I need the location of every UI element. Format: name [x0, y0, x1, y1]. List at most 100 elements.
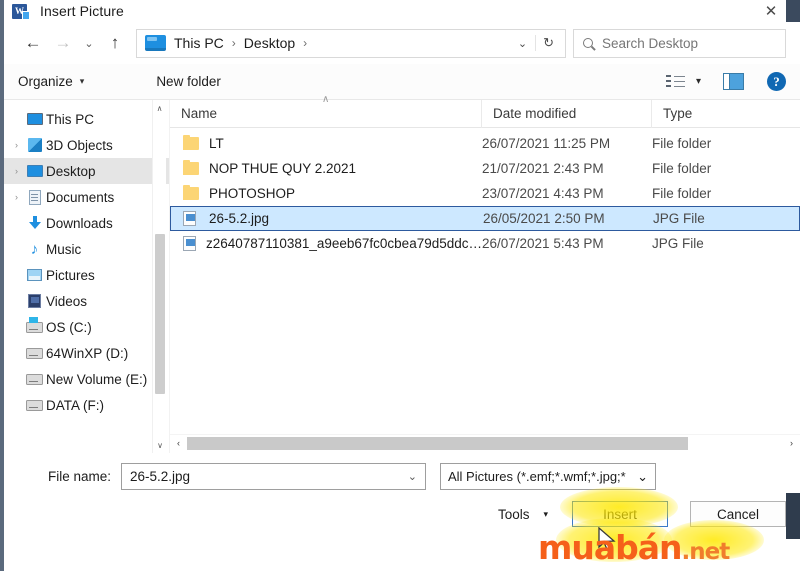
- file-type-filter-value[interactable]: All Pictures (*.emf;*.wmf;*.jpg;*: [448, 469, 637, 484]
- hscroll-track[interactable]: [187, 436, 783, 450]
- cell-date-modified: 26/05/2021 2:50 PM: [483, 211, 605, 226]
- view-dropdown-icon[interactable]: ▾: [696, 76, 701, 87]
- 3d-objects-icon: [23, 138, 46, 152]
- new-folder-button[interactable]: New folder: [156, 74, 221, 89]
- sidebar-item-data-f[interactable]: DATA (F:): [4, 392, 169, 418]
- folder-icon: [183, 184, 209, 200]
- dialog-footer: File name: 26-5.2.jpg ⌄ All Pictures (*.…: [4, 453, 800, 539]
- computer-icon: [23, 113, 46, 125]
- column-header-type[interactable]: Type: [652, 100, 764, 128]
- search-input[interactable]: Search Desktop: [602, 36, 698, 51]
- filename-label: File name:: [47, 469, 111, 484]
- sidebar-item-label: Desktop: [46, 163, 96, 179]
- column-headers: ∧ Name Date modified Type: [170, 94, 800, 128]
- address-bar[interactable]: This PC › Desktop › ⌄ ↻: [136, 28, 566, 58]
- close-icon[interactable]: ✕: [756, 1, 786, 21]
- search-icon: [580, 35, 596, 51]
- cell-name: LT: [170, 134, 482, 151]
- sidebar-item-videos[interactable]: Videos: [4, 288, 169, 314]
- table-row[interactable]: LT 26/07/2021 11:25 PM File folder: [170, 131, 800, 156]
- cell-type: JPG File: [652, 236, 704, 251]
- documents-icon: [23, 189, 46, 205]
- cell-type: File folder: [652, 136, 712, 151]
- filename-value[interactable]: 26-5.2.jpg: [130, 469, 408, 484]
- sidebar-item-new-volume-e[interactable]: New Volume (E:): [4, 366, 169, 392]
- table-row[interactable]: z2640787110381_a9eeb67fc0cbea79d5ddc… 26/…: [170, 231, 800, 256]
- file-type-filter-select[interactable]: All Pictures (*.emf;*.wmf;*.jpg;* ⌄: [440, 463, 656, 490]
- table-row[interactable]: NOP THUE QUY 2.2021 21/07/2021 2:43 PM Fil…: [170, 156, 800, 181]
- sidebar-item-label: DATA (F:): [46, 397, 104, 413]
- expand-chevron-icon[interactable]: ›: [10, 166, 23, 176]
- chevron-down-icon[interactable]: ⌄: [408, 470, 417, 483]
- chevron-down-icon[interactable]: ⌄: [637, 469, 648, 485]
- forward-button[interactable]: →: [48, 28, 78, 58]
- recent-locations-button[interactable]: ⌄: [78, 28, 100, 58]
- music-icon: ♪: [30, 240, 39, 258]
- view-list-icon[interactable]: [665, 74, 685, 89]
- cancel-button[interactable]: Cancel: [690, 501, 786, 527]
- back-button[interactable]: ←: [18, 28, 48, 58]
- cell-date-modified: 26/07/2021 5:43 PM: [482, 236, 604, 251]
- file-name-text: LT: [209, 136, 224, 151]
- expand-chevron-icon[interactable]: ›: [10, 192, 23, 202]
- sidebar-item-label: Downloads: [46, 215, 113, 231]
- view-controls: ▾ ?: [665, 72, 786, 91]
- address-dropdown-icon[interactable]: ⌄: [510, 37, 535, 50]
- file-name-text: z2640787110381_a9eeb67fc0cbea79d5ddc…: [206, 236, 482, 251]
- sidebar-item-64winxp-d[interactable]: 64WinXP (D:): [4, 340, 169, 366]
- sidebar-item-os-c[interactable]: OS (C:): [4, 314, 169, 340]
- navigation-pane: This PC › 3D Objects › Desktop › Documents Down…: [4, 100, 169, 453]
- search-box[interactable]: Search Desktop: [573, 28, 786, 58]
- cell-date-modified: 23/07/2021 4:43 PM: [482, 186, 604, 201]
- column-header-date-modified[interactable]: Date modified: [482, 99, 652, 128]
- sidebar-item-label: OS (C:): [46, 319, 92, 335]
- organize-label: Organize: [18, 74, 73, 89]
- sidebar-scroll-thumb[interactable]: [155, 234, 165, 394]
- folder-icon: [183, 159, 209, 175]
- drive-icon: [23, 347, 46, 359]
- sidebar-item-pictures[interactable]: Pictures: [4, 262, 169, 288]
- help-icon[interactable]: ?: [767, 72, 786, 91]
- table-row[interactable]: 26-5.2.jpg 26/05/2021 2:50 PM JPG File: [170, 206, 800, 231]
- tools-button[interactable]: Tools ▾: [498, 507, 548, 522]
- tools-label: Tools: [497, 506, 530, 522]
- sidebar-scrollbar[interactable]: ∧ ∨: [152, 100, 166, 453]
- chevron-down-icon: ▾: [543, 508, 548, 519]
- jpg-file-icon: [183, 211, 209, 226]
- up-button[interactable]: ↑: [100, 28, 130, 58]
- hscroll-thumb[interactable]: [187, 436, 688, 450]
- insert-button[interactable]: Insert: [572, 501, 668, 527]
- organize-button[interactable]: Organize ▾: [18, 74, 84, 89]
- cell-type: JPG File: [653, 211, 705, 226]
- sidebar-item-label: 3D Objects: [46, 137, 113, 153]
- scroll-left-icon[interactable]: ‹: [170, 438, 187, 448]
- table-row[interactable]: PHOTOSHOP 23/07/2021 4:43 PM File folder: [170, 181, 800, 206]
- navigation-bar: ← → ⌄ ↑ This PC › Desktop › ⌄ ↻ Search D…: [4, 22, 800, 64]
- sidebar-item-this-pc[interactable]: This PC: [4, 106, 169, 132]
- sidebar-item-3d-objects[interactable]: › 3D Objects: [4, 132, 169, 158]
- scroll-right-icon[interactable]: ›: [783, 438, 800, 448]
- breadcrumb-desktop[interactable]: Desktop: [241, 35, 298, 51]
- scroll-up-icon[interactable]: ∧: [153, 100, 166, 116]
- cell-name: 26-5.2.jpg: [171, 211, 483, 226]
- file-name-text: 26-5.2.jpg: [209, 211, 270, 226]
- sidebar-item-downloads[interactable]: Downloads: [4, 210, 169, 236]
- drive-icon: [23, 399, 46, 411]
- desktop-folder-icon: [145, 35, 166, 51]
- sidebar-item-documents[interactable]: › Documents: [4, 184, 169, 210]
- sidebar-item-music[interactable]: ♪ Music: [4, 236, 169, 262]
- button-row: Tools ▾ Insert Cancel: [4, 490, 800, 527]
- scroll-down-icon[interactable]: ∨: [153, 437, 167, 453]
- expand-chevron-icon[interactable]: ›: [10, 140, 23, 150]
- horizontal-scrollbar[interactable]: ‹ ›: [170, 434, 800, 451]
- preview-pane-icon[interactable]: [723, 73, 744, 90]
- cell-name: z2640787110381_a9eeb67fc0cbea79d5ddc…: [170, 236, 482, 251]
- breadcrumb-this-pc[interactable]: This PC: [171, 35, 227, 51]
- breadcrumb-separator-icon: ›: [303, 36, 308, 50]
- cell-date-modified: 26/07/2021 11:25 PM: [482, 136, 611, 151]
- sidebar-item-label: New Volume (E:): [46, 371, 148, 387]
- sidebar-item-desktop[interactable]: › Desktop: [4, 158, 169, 184]
- chevron-down-icon: ▾: [79, 76, 85, 86]
- filename-input[interactable]: 26-5.2.jpg ⌄: [121, 463, 426, 490]
- refresh-icon[interactable]: ↻: [535, 35, 561, 51]
